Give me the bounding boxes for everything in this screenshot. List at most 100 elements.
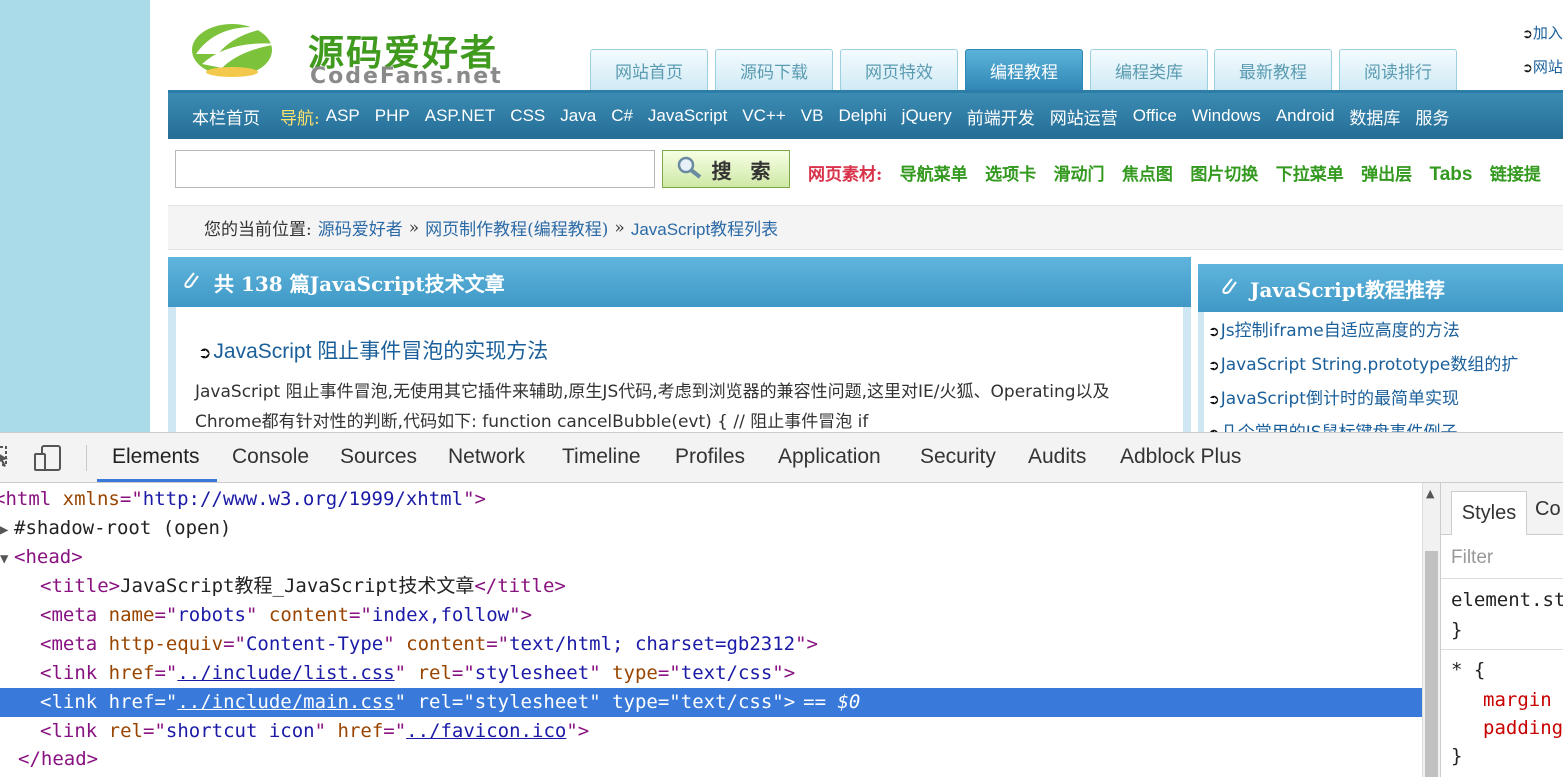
material-sliding-door[interactable]: 滑动门 bbox=[1054, 165, 1105, 185]
style-rule-universal-selector[interactable]: * { bbox=[1451, 659, 1485, 681]
article-count-title: 共 138 篇JavaScript技术文章 bbox=[214, 271, 505, 296]
nav-item-css[interactable]: CSS bbox=[510, 106, 545, 126]
active-tab-indicator bbox=[97, 479, 217, 482]
bullet-arrow-icon: ➲ bbox=[198, 343, 212, 362]
dom-node-link-main-css-selected[interactable]: <link href="../include/main.css" rel="st… bbox=[0, 688, 1422, 717]
inspect-element-icon[interactable] bbox=[0, 445, 10, 469]
link-favicon[interactable]: ../favicon.ico bbox=[406, 720, 566, 742]
search-input[interactable] bbox=[175, 150, 655, 188]
material-dropdown-menu[interactable]: 下拉菜单 bbox=[1276, 165, 1344, 185]
breadcrumb-link-home[interactable]: 源码爱好者 bbox=[318, 215, 403, 240]
tab-programming-libraries[interactable]: 编程类库 bbox=[1090, 49, 1208, 91]
breadcrumb-link-tutorials[interactable]: 网页制作教程(编程教程) bbox=[425, 215, 608, 240]
nav-item-site-ops[interactable]: 网站运营 bbox=[1050, 104, 1118, 129]
article-list-body: ➲JavaScript 阻止事件冒泡的实现方法 JavaScript 阻止事件冒… bbox=[176, 307, 1183, 432]
article-list-header: 共 138 篇JavaScript技术文章 bbox=[168, 257, 1191, 307]
dom-node-head[interactable]: ▼ <head> bbox=[0, 543, 1422, 572]
styles-filter-input[interactable]: Filter bbox=[1441, 535, 1563, 579]
style-rule-element-selector[interactable]: element.st bbox=[1451, 589, 1563, 611]
computed-tab[interactable]: Co bbox=[1535, 498, 1561, 521]
dom-tree-scrollbar[interactable]: ▲ bbox=[1422, 483, 1440, 777]
dom-node-shadow-root[interactable]: ▶ #shadow-root (open) bbox=[0, 514, 1422, 543]
search-button[interactable]: 搜 索 bbox=[662, 150, 790, 188]
tab-programming-tutorials[interactable]: 编程教程 bbox=[965, 49, 1083, 91]
nav-item-php[interactable]: PHP bbox=[375, 106, 410, 126]
material-nav-menu[interactable]: 导航菜单 bbox=[900, 165, 968, 185]
recommend-title: JavaScript教程推荐 bbox=[1250, 277, 1445, 302]
breadcrumb-separator: » bbox=[408, 217, 420, 238]
tab-latest-tutorials[interactable]: 最新教程 bbox=[1214, 49, 1332, 91]
expand-triangle-icon[interactable]: ▶ bbox=[0, 516, 14, 545]
nav-item-delphi[interactable]: Delphi bbox=[838, 106, 886, 126]
material-popup-layer[interactable]: 弹出层 bbox=[1361, 165, 1412, 185]
nav-item-vb[interactable]: VB bbox=[801, 106, 824, 126]
article-list-panel: 共 138 篇JavaScript技术文章 ➲JavaScript 阻止事件冒泡… bbox=[168, 257, 1191, 432]
devtools-tab-security[interactable]: Security bbox=[920, 445, 996, 469]
devtools-tab-audits[interactable]: Audits bbox=[1028, 445, 1086, 469]
nav-item-office[interactable]: Office bbox=[1133, 106, 1177, 126]
top-right-link-1[interactable]: ➲加入 bbox=[1522, 22, 1563, 43]
dom-node-link-list-css[interactable]: <link href="../include/list.css" rel="st… bbox=[0, 659, 1422, 688]
device-toggle-icon[interactable] bbox=[34, 445, 64, 471]
devtools-tab-console[interactable]: Console bbox=[232, 445, 309, 469]
recommend-item[interactable]: ➲JavaScript倒计时的最简单实现 bbox=[1208, 384, 1459, 409]
nav-column-home[interactable]: 本栏首页 bbox=[192, 104, 260, 129]
nav-item-frontend[interactable]: 前端开发 bbox=[967, 104, 1035, 129]
recommend-item[interactable]: ➲几个常用的JS鼠标键盘事件例子 bbox=[1208, 418, 1458, 432]
dom-node-head-close[interactable]: </head> bbox=[0, 745, 1422, 774]
material-tabs-cn[interactable]: 选项卡 bbox=[985, 165, 1036, 185]
website-viewport: 源码爱好者 CodeFans.net 网站首页 源码下载 网页特效 编程教程 编… bbox=[150, 0, 1563, 432]
dom-node-meta-robots[interactable]: <meta name="robots" content="index,follo… bbox=[0, 601, 1422, 630]
styles-tab[interactable]: Styles bbox=[1451, 491, 1527, 535]
devtools-tab-sources[interactable]: Sources bbox=[340, 445, 417, 469]
devtools-tab-elements[interactable]: Elements bbox=[112, 445, 200, 469]
nav-item-java[interactable]: Java bbox=[560, 106, 596, 126]
nav-item-android[interactable]: Android bbox=[1276, 106, 1335, 126]
recommend-header: JavaScript教程推荐 bbox=[1198, 264, 1563, 312]
devtools-tab-profiles[interactable]: Profiles bbox=[675, 445, 745, 469]
article-summary: JavaScript 阻止事件冒泡,无使用其它插件来辅助,原生JS代码,考虑到浏… bbox=[195, 382, 1110, 432]
scroll-up-arrow-icon[interactable]: ▲ bbox=[1426, 487, 1434, 500]
nav-item-asp[interactable]: ASP bbox=[326, 106, 360, 126]
nav-item-server[interactable]: 服务 bbox=[1415, 104, 1449, 129]
style-rule-close-brace: } bbox=[1451, 619, 1463, 641]
link-list-css[interactable]: ../include/list.css bbox=[177, 662, 394, 684]
recommend-item[interactable]: ➲Js控制iframe自适应高度的方法 bbox=[1208, 316, 1460, 341]
style-prop-margin[interactable]: margin bbox=[1483, 689, 1552, 711]
style-prop-padding[interactable]: padding bbox=[1483, 717, 1563, 739]
link-main-css[interactable]: ../include/main.css bbox=[177, 691, 394, 713]
material-tabs[interactable]: Tabs bbox=[1430, 164, 1473, 185]
nav-item-database[interactable]: 数据库 bbox=[1349, 104, 1400, 129]
tab-reading-ranking[interactable]: 阅读排行 bbox=[1339, 49, 1457, 91]
dom-node-title[interactable]: <title>JavaScript教程_JavaScript技术文章</titl… bbox=[0, 572, 1422, 601]
devtools-tab-timeline[interactable]: Timeline bbox=[562, 445, 641, 469]
nav-item-csharp[interactable]: C# bbox=[611, 106, 633, 126]
breadcrumb-link-js-list[interactable]: JavaScript教程列表 bbox=[631, 215, 778, 240]
nav-item-aspnet[interactable]: ASP.NET bbox=[425, 106, 496, 126]
dom-node-meta-content-type[interactable]: <meta http-equiv="Content-Type" content=… bbox=[0, 630, 1422, 659]
nav-item-vcpp[interactable]: VC++ bbox=[742, 106, 785, 126]
devtools-tab-network[interactable]: Network bbox=[448, 445, 525, 469]
material-focus-image[interactable]: 焦点图 bbox=[1122, 165, 1173, 185]
devtools-tab-adblock-plus[interactable]: Adblock Plus bbox=[1120, 445, 1241, 469]
recommend-item[interactable]: ➲JavaScript String.prototype数组的扩 bbox=[1208, 350, 1518, 375]
collapse-triangle-icon[interactable]: ▼ bbox=[0, 545, 14, 574]
nav-item-javascript[interactable]: JavaScript bbox=[648, 106, 727, 126]
dom-node-link-favicon[interactable]: <link rel="shortcut icon" href="../favic… bbox=[0, 717, 1422, 746]
tab-source-download[interactable]: 源码下载 bbox=[715, 49, 833, 91]
tab-home[interactable]: 网站首页 bbox=[590, 49, 708, 91]
material-image-switch[interactable]: 图片切换 bbox=[1190, 165, 1258, 185]
devtools-tab-application[interactable]: Application bbox=[778, 445, 881, 469]
dom-node-html[interactable]: <html xmlns="http://www.w3.org/1999/xhtm… bbox=[0, 485, 1422, 514]
paperclip-icon bbox=[180, 269, 202, 296]
site-logo[interactable]: 源码爱好者 CodeFans.net bbox=[188, 10, 501, 89]
styles-pane-tabs: Styles Co bbox=[1441, 483, 1563, 535]
article-title-link[interactable]: ➲JavaScript 阻止事件冒泡的实现方法 bbox=[198, 335, 548, 365]
top-right-link-2[interactable]: ➲网站 bbox=[1522, 56, 1563, 77]
nav-item-windows[interactable]: Windows bbox=[1192, 106, 1261, 126]
tab-web-effects[interactable]: 网页特效 bbox=[840, 49, 958, 91]
scrollbar-thumb[interactable] bbox=[1425, 551, 1438, 777]
material-link-tip[interactable]: 链接提 bbox=[1490, 165, 1541, 185]
nav-item-jquery[interactable]: jQuery bbox=[902, 106, 952, 126]
bullet-arrow-icon: ➲ bbox=[1208, 392, 1220, 408]
